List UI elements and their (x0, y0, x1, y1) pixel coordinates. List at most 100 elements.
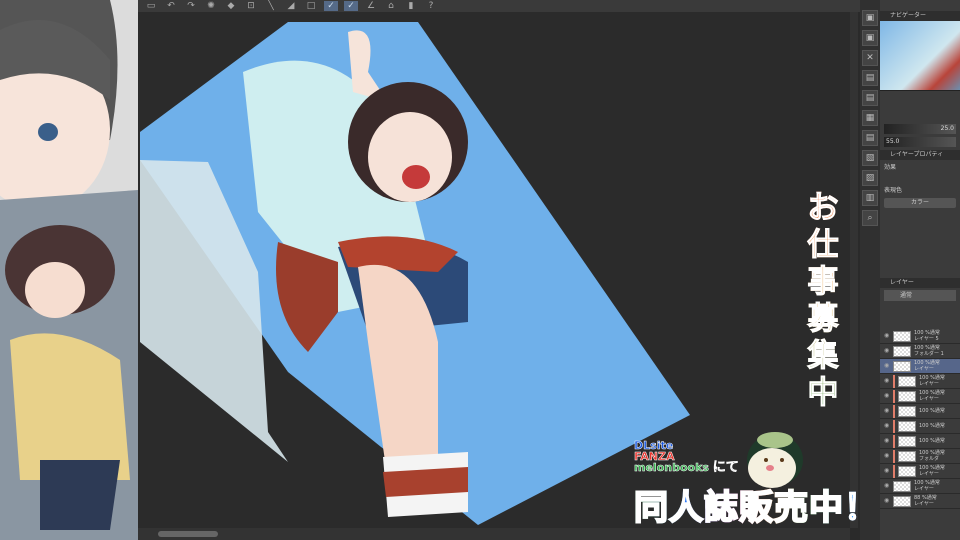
layer-name: レイヤー (919, 381, 939, 387)
blend-mode-select[interactable]: 通常 (884, 290, 956, 301)
layer-list: ◉ 100 %通常 レイヤー 5 ◉ 100 %通常 フォルダー 1 ◉ 100 %通常 レイヤ… (880, 329, 960, 509)
layer-thumbnail (898, 420, 916, 432)
panel-icon-7[interactable]: ▤ (862, 130, 878, 146)
tab-layers[interactable]: レイヤー (880, 278, 960, 288)
zoom-slider[interactable]: 25.0 (884, 124, 956, 134)
panel-icon-9[interactable]: ▨ (862, 170, 878, 186)
eye-icon[interactable]: ◉ (884, 408, 890, 414)
search-icon[interactable]: ⌕ (862, 210, 878, 226)
rotation-slider[interactable]: 55.0 (884, 137, 956, 147)
layer-thumbnail (898, 465, 916, 477)
layer-text: 100 %通常 フォルダー 1 (914, 345, 944, 357)
layer-row[interactable]: ◉ 88 %通常 レイヤー (880, 494, 960, 509)
layer-thumbnail (898, 375, 916, 387)
layer-row[interactable]: ◉ 100 %通常 レイヤー (880, 464, 960, 479)
eye-icon[interactable]: ◉ (884, 333, 890, 339)
bucket-icon[interactable]: ⌂ (384, 1, 398, 11)
layer-thumbnail (893, 360, 911, 372)
doujinshi-sale-text: 同人誌販売中！ (633, 480, 879, 529)
close-panel-icon[interactable]: ✕ (862, 50, 878, 66)
eraser-icon[interactable]: ▮ (404, 1, 418, 11)
canvas-vertical-scrollbar[interactable] (850, 12, 858, 528)
panel-icon-2[interactable]: ▣ (862, 30, 878, 46)
redo-icon[interactable]: ↷ (184, 1, 198, 11)
clipping-indicator (893, 374, 895, 388)
layer-thumbnail (898, 435, 916, 447)
layer-thumbnail (898, 390, 916, 402)
layer-thumbnail (893, 480, 911, 492)
layer-row[interactable]: ◉ 100 %通常 レイヤー (880, 389, 960, 404)
crop-icon[interactable]: ⊡ (244, 1, 258, 11)
layer-name: レイヤー 5 (914, 336, 939, 342)
layer-text: 100 %通常 レイヤー (914, 360, 940, 372)
panel-icon-6[interactable]: ▦ (862, 110, 878, 126)
layer-name: レイヤー (919, 471, 939, 477)
layer-name: レイヤー (914, 501, 934, 507)
expression-color-label: 表現色 (884, 187, 903, 194)
tab-layer-property[interactable]: レイヤープロパティ (880, 150, 960, 160)
layer-name: レイヤー (919, 396, 939, 402)
layer-row[interactable]: ◉ 100 %通常 レイヤー 5 (880, 329, 960, 344)
undo-icon[interactable]: ↶ (164, 1, 178, 11)
transform-icon[interactable]: ✺ (204, 1, 218, 11)
eye-icon[interactable]: ◉ (884, 498, 890, 504)
scroll-thumb[interactable] (158, 531, 218, 537)
brush-icon[interactable]: ∠ (364, 1, 378, 11)
layer-row[interactable]: ◉ 100 %通常 レイヤー (880, 374, 960, 389)
eye-icon[interactable]: ◉ (884, 453, 890, 459)
layer-row[interactable]: ◉ 100 %通常 レイヤー (880, 479, 960, 494)
help-icon[interactable]: ? (424, 1, 438, 11)
eye-icon[interactable]: ◉ (884, 423, 890, 429)
color-dropdown[interactable]: カラー (884, 198, 956, 208)
eye-icon[interactable]: ◉ (884, 438, 890, 444)
layer-row[interactable]: ◉ 100 %通常 (880, 419, 960, 434)
layer-row[interactable]: ◉ 100 %通常 (880, 434, 960, 449)
navigator-preview[interactable] (880, 21, 960, 91)
clipping-indicator (893, 419, 895, 433)
layer-row[interactable]: ◉ 100 %通常 (880, 404, 960, 419)
panel-icon-bar: ▣ ▣ ✕ ▤ ▤ ▦ ▤ ▧ ▨ ▥ ⌕ (860, 0, 880, 540)
tone-icon[interactable]: ◢ (284, 1, 298, 11)
eye-icon[interactable]: ◉ (884, 483, 890, 489)
eye-icon[interactable]: ◉ (884, 468, 890, 474)
layer-opacity: 100 %通常 (919, 438, 945, 444)
effect-label: 効果 (884, 164, 897, 171)
command-toolbar: ▭ ↶ ↷ ✺ ◆ ⊡ ╲ ◢ □ ✓ ✓ ∠ ⌂ ▮ ? (138, 0, 860, 12)
pen-icon[interactable]: ✓ (324, 1, 338, 11)
clipping-indicator (893, 404, 895, 418)
webcam-avatar-overlay (0, 0, 138, 540)
canvas-horizontal-scrollbar[interactable] (138, 528, 850, 540)
layer-row[interactable]: ◉ 100 %通常 フォルダー 1 (880, 344, 960, 359)
panel-icon-8[interactable]: ▧ (862, 150, 878, 166)
panel-icon-10[interactable]: ▥ (862, 190, 878, 206)
eye-icon[interactable]: ◉ (884, 348, 890, 354)
layer-opacity: 100 %通常 (919, 408, 945, 414)
layer-name: レイヤー (914, 366, 934, 372)
layer-text: 100 %通常 (919, 438, 945, 444)
layer-text: 100 %通常 レイヤー (919, 465, 945, 477)
right-panel: ナビゲーター 25.0 55.0 レイヤープロパティ 効果 表現色 カラー レイ… (880, 0, 960, 540)
layer-opacity: 100 %通常 (919, 423, 945, 429)
layer-row[interactable]: ◉ 100 %通常 フォルダ (880, 449, 960, 464)
eye-icon[interactable]: ◉ (884, 363, 890, 369)
work-recruitment-text: お仕事募集中 (807, 190, 839, 412)
shop-banner: DLsite FANZA melonbooks にて (634, 440, 739, 475)
layer-text: 100 %通常 レイヤー (919, 375, 945, 387)
layer-thumbnail (893, 495, 911, 507)
rect-icon[interactable]: □ (304, 1, 318, 11)
layer-name: レイヤー (914, 486, 934, 492)
panel-icon-5[interactable]: ▤ (862, 90, 878, 106)
line-icon[interactable]: ╲ (264, 1, 278, 11)
eye-icon[interactable]: ◉ (884, 393, 890, 399)
eye-icon[interactable]: ◉ (884, 378, 890, 384)
layer-tools (880, 303, 960, 329)
layer-thumbnail (898, 405, 916, 417)
panel-icon-4[interactable]: ▤ (862, 70, 878, 86)
clipping-indicator (893, 449, 895, 463)
panel-icon-1[interactable]: ▣ (862, 10, 878, 26)
tab-navigator[interactable]: ナビゲーター (880, 11, 960, 21)
fill-icon[interactable]: ◆ (224, 1, 238, 11)
pen-alt-icon[interactable]: ✓ (344, 1, 358, 11)
save-icon[interactable]: ▭ (144, 1, 158, 11)
layer-row[interactable]: ◉ 100 %通常 レイヤー (880, 359, 960, 374)
